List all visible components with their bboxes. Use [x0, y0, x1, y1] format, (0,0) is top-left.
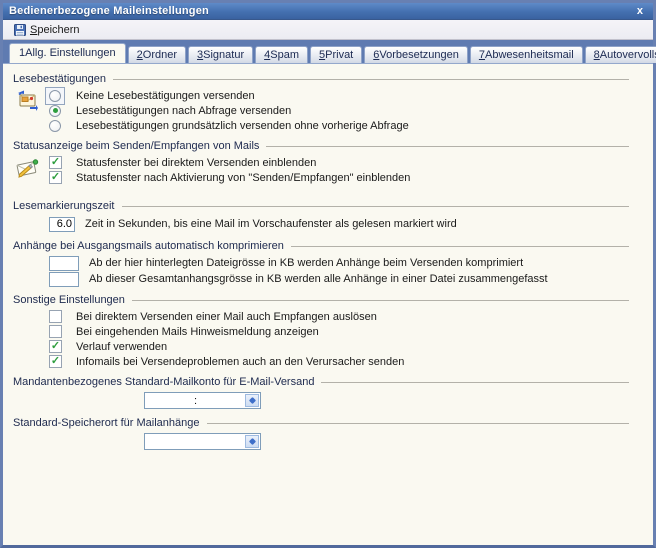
option-row: Statusfenster nach Aktivierung von "Send… — [13, 170, 629, 185]
save-button[interactable]: Speichern — [10, 22, 86, 38]
section-title: Sonstige Einstellungen — [13, 294, 132, 306]
setting-row: : — [13, 391, 629, 410]
option-row: Infomails bei Versendeproblemen auch an … — [13, 354, 629, 369]
section-sonstige-einstellungen: Sonstige Einstellungen Bei direktem Vers… — [13, 293, 629, 371]
tab-signatur[interactable]: 3 Signatur — [188, 46, 253, 63]
gesamtanhangsgroesse-input[interactable] — [49, 272, 79, 287]
tab-ordner[interactable]: 2 Ordner — [128, 46, 186, 63]
section-lesemarkierungszeit: Lesemarkierungszeit Zeit in Sekunden, bi… — [13, 199, 629, 235]
section-title: Statusanzeige beim Senden/Empfangen von … — [13, 140, 266, 152]
checkbox-statusfenster-direkt[interactable] — [49, 156, 62, 169]
section-anhaenge-komprimieren: Anhänge bei Ausgangsmails automatisch ko… — [13, 239, 629, 289]
checkbox-label: Statusfenster bei direktem Versenden ein… — [76, 157, 316, 169]
section-rule — [266, 146, 629, 147]
tab-spam[interactable]: 4 Spam — [255, 46, 308, 63]
option-row: Lesebestätigungen nach Abfrage versenden — [13, 103, 629, 118]
tab-allg-einstellungen[interactable]: 1 Allg. Einstellungen — [9, 43, 126, 63]
tab-page-allg-einstellungen: Lesebestätigungen Keine Lesebestätigunge… — [3, 63, 653, 545]
option-row: Verlauf verwenden — [13, 339, 629, 354]
checkbox-verlauf[interactable] — [49, 340, 62, 353]
section-standard-mailkonto: Mandantenbezogenes Standard-Mailkonto fü… — [13, 375, 629, 412]
section-title: Lesemarkierungszeit — [13, 200, 122, 212]
checkbox-empfangen-ausloesen[interactable] — [49, 310, 62, 323]
section-title: Anhänge bei Ausgangsmails automatisch ko… — [13, 240, 291, 252]
tab-privat[interactable]: 5 Privat — [310, 46, 362, 63]
radio-grundsaetzlich[interactable] — [49, 120, 61, 132]
setting-label: Ab der hier hinterlegten Dateigrösse in … — [89, 257, 523, 269]
mail-compose-icon — [15, 156, 41, 182]
section-statusanzeige: Statusanzeige beim Senden/Empfangen von … — [13, 139, 629, 187]
radio-label: Lesebestätigungen grundsätzlich versende… — [76, 120, 409, 132]
speicherort-combobox[interactable] — [144, 433, 261, 450]
section-rule — [113, 79, 629, 80]
checkbox-label: Infomails bei Versendeproblemen auch an … — [76, 356, 404, 368]
close-icon[interactable]: x — [633, 6, 647, 17]
section-rule — [207, 423, 629, 424]
standard-mailkonto-combobox[interactable]: : — [144, 392, 261, 409]
checkbox-statusfenster-aktivierung[interactable] — [49, 171, 62, 184]
checkbox-label: Bei eingehenden Mails Hinweismeldung anz… — [76, 326, 319, 338]
focus-frame — [45, 87, 65, 105]
setting-label: Ab dieser Gesamtanhangsgrösse in KB werd… — [89, 273, 548, 285]
save-label: Speichern — [30, 24, 80, 36]
checkbox-label: Bei direktem Versenden einer Mail auch E… — [76, 311, 377, 323]
option-row: Statusfenster bei direktem Versenden ein… — [13, 155, 629, 170]
radio-keine-lesebestaetigungen[interactable] — [49, 90, 61, 102]
setting-label: Zeit in Sekunden, bis eine Mail im Vorsc… — [85, 218, 457, 230]
setting-row: Ab dieser Gesamtanhangsgrösse in KB werd… — [13, 271, 629, 287]
section-title: Lesebestätigungen — [13, 73, 113, 85]
combobox-dropdown-icon[interactable] — [245, 435, 259, 448]
section-title: Mandantenbezogenes Standard-Mailkonto fü… — [13, 376, 321, 388]
setting-row — [13, 432, 629, 451]
setting-row: Zeit in Sekunden, bis eine Mail im Vorsc… — [13, 215, 629, 233]
radio-label: Keine Lesebestätigungen versenden — [76, 90, 255, 102]
checkbox-hinweismeldung[interactable] — [49, 325, 62, 338]
dialog-window: Bedienerbezogene Maileinstellungen x Spe… — [0, 0, 656, 548]
section-rule — [122, 206, 630, 207]
section-title: Standard-Speicherort für Mailanhänge — [13, 417, 207, 429]
option-row: Bei direktem Versenden einer Mail auch E… — [13, 309, 629, 324]
lesemarkierungszeit-input[interactable] — [49, 217, 75, 232]
section-lesebestaetigungen: Lesebestätigungen Keine Lesebestätigunge… — [13, 72, 629, 135]
section-rule — [132, 300, 629, 301]
checkbox-label: Verlauf verwenden — [76, 341, 167, 353]
combobox-value: : — [145, 395, 260, 407]
tab-autovervollstaendigung[interactable]: 8 Autovervollständigung — [585, 46, 656, 63]
combobox-dropdown-icon[interactable] — [245, 394, 259, 407]
dateigroesse-input[interactable] — [49, 256, 79, 271]
window-title: Bedienerbezogene Maileinstellungen — [9, 5, 209, 17]
radio-label: Lesebestätigungen nach Abfrage versenden — [76, 105, 291, 117]
option-row: Keine Lesebestätigungen versenden — [13, 88, 629, 103]
tab-bar: 1 Allg. Einstellungen 2 Ordner 3 Signatu… — [3, 40, 653, 63]
section-rule — [321, 382, 629, 383]
checkbox-label: Statusfenster nach Aktivierung von "Send… — [76, 172, 410, 184]
section-standard-speicherort: Standard-Speicherort für Mailanhänge — [13, 416, 629, 453]
toolbar: Speichern — [3, 20, 653, 40]
checkbox-infomails[interactable] — [49, 355, 62, 368]
option-row: Lesebestätigungen grundsätzlich versende… — [13, 118, 629, 133]
tab-abwesenheitsmail[interactable]: 7 Abwesenheitsmail — [470, 46, 583, 63]
radio-nach-abfrage[interactable] — [49, 105, 61, 117]
option-row: Bei eingehenden Mails Hinweismeldung anz… — [13, 324, 629, 339]
section-rule — [291, 246, 629, 247]
mail-receive-icon — [15, 89, 41, 115]
setting-row: Ab der hier hinterlegten Dateigrösse in … — [13, 255, 629, 271]
tab-vorbesetzungen[interactable]: 6 Vorbesetzungen — [364, 46, 468, 63]
title-bar[interactable]: Bedienerbezogene Maileinstellungen x — [3, 3, 653, 20]
save-icon — [14, 24, 26, 36]
